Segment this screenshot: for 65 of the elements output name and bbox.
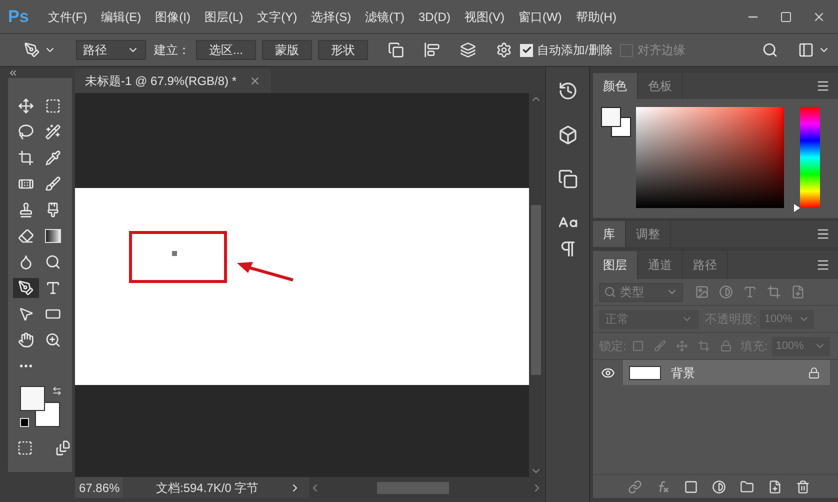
menu-item[interactable]: 帮助(H) bbox=[568, 8, 624, 26]
menu-item[interactable]: 3D(D) bbox=[411, 8, 458, 26]
new-layer-icon[interactable] bbox=[768, 480, 782, 494]
color-swatches-icon[interactable] bbox=[601, 107, 631, 137]
workspace-switcher[interactable] bbox=[798, 42, 830, 58]
app-logo: Ps bbox=[8, 6, 29, 28]
panel-tab[interactable]: 库 bbox=[593, 221, 626, 247]
layer-thumbnail bbox=[629, 366, 661, 380]
hue-slider-thumb[interactable] bbox=[794, 204, 800, 212]
checkbox-label: 自动添加/删除 bbox=[537, 42, 612, 59]
search-icon bbox=[604, 286, 616, 298]
history-panel-icon[interactable] bbox=[558, 81, 578, 101]
link-layers-icon[interactable] bbox=[628, 480, 642, 494]
search-icon[interactable] bbox=[762, 42, 778, 58]
arrow bbox=[237, 262, 294, 282]
color-field[interactable] bbox=[636, 107, 784, 208]
path-alignment-icon[interactable] bbox=[424, 42, 440, 58]
default-colors-icon[interactable] bbox=[20, 418, 29, 427]
layer-style-icon[interactable] bbox=[656, 480, 670, 494]
settings-icon[interactable] bbox=[496, 42, 512, 58]
menu-item[interactable]: 图像(I) bbox=[148, 8, 198, 26]
make-label: 建立： bbox=[154, 42, 190, 59]
panel-tab[interactable]: 图层 bbox=[593, 251, 638, 279]
layer-name: 背景 bbox=[671, 364, 695, 382]
mode-dropdown[interactable]: 路径 bbox=[76, 40, 146, 60]
option-button[interactable]: 蒙版 bbox=[262, 40, 312, 60]
menu-item[interactable]: 文字(Y) bbox=[250, 8, 304, 26]
checkbox-label: 对齐边缘 bbox=[637, 42, 686, 59]
adjustment-layer-icon[interactable] bbox=[712, 480, 726, 494]
panel-menu-icon[interactable] bbox=[816, 227, 830, 241]
checkbox[interactable] bbox=[520, 44, 534, 56]
path-arrangement-icon[interactable] bbox=[460, 42, 476, 58]
menu-item[interactable]: 选择(S) bbox=[304, 8, 358, 26]
panel-menu-icon[interactable] bbox=[816, 258, 830, 272]
anchor-point bbox=[172, 251, 177, 256]
menu-item[interactable]: 滤镜(T) bbox=[358, 8, 412, 26]
option-button[interactable]: 选区... bbox=[196, 40, 256, 60]
swap-colors-icon[interactable] bbox=[52, 386, 62, 396]
menu-item[interactable]: 文件(F) bbox=[40, 8, 94, 26]
collapse-icon[interactable] bbox=[8, 68, 18, 78]
screen-mode-icon[interactable] bbox=[54, 440, 72, 456]
tool-preset-picker[interactable] bbox=[24, 42, 56, 58]
trash-icon[interactable] bbox=[796, 480, 810, 494]
layer-row[interactable]: 背景 bbox=[623, 360, 830, 385]
document-tab[interactable]: 未标题-1 @ 67.9%(RGB/8) * bbox=[75, 69, 271, 93]
panel-menu-icon[interactable] bbox=[816, 79, 830, 93]
horizontal-scrollbar[interactable] bbox=[308, 477, 543, 498]
option-button[interactable]: 形状 bbox=[318, 40, 368, 60]
menu-item[interactable]: 编辑(E) bbox=[94, 8, 148, 26]
panel-tab[interactable]: 颜色 bbox=[593, 73, 638, 99]
layer-mask-icon[interactable] bbox=[684, 480, 698, 494]
document-info: 文档:594.7K/0 字节 bbox=[156, 480, 259, 496]
menu-item[interactable]: 窗口(W) bbox=[511, 8, 569, 26]
zoom-level[interactable]: 67.86% bbox=[75, 477, 123, 498]
visibility-icon[interactable] bbox=[601, 366, 615, 380]
maximize-icon[interactable] bbox=[780, 10, 792, 22]
color-swatches-icon[interactable] bbox=[20, 386, 60, 427]
pen-tool-icon[interactable] bbox=[13, 278, 39, 298]
folder-icon[interactable] bbox=[740, 480, 754, 494]
hue-slider-track[interactable] bbox=[800, 107, 820, 208]
menu-item[interactable]: 图层(L) bbox=[197, 8, 250, 26]
quick-mask-icon[interactable] bbox=[16, 440, 34, 456]
document-tab-title: 未标题-1 @ 67.9%(RGB/8) * bbox=[85, 73, 237, 90]
menu-item[interactable]: 视图(V) bbox=[457, 8, 512, 26]
close-icon[interactable] bbox=[248, 75, 261, 87]
